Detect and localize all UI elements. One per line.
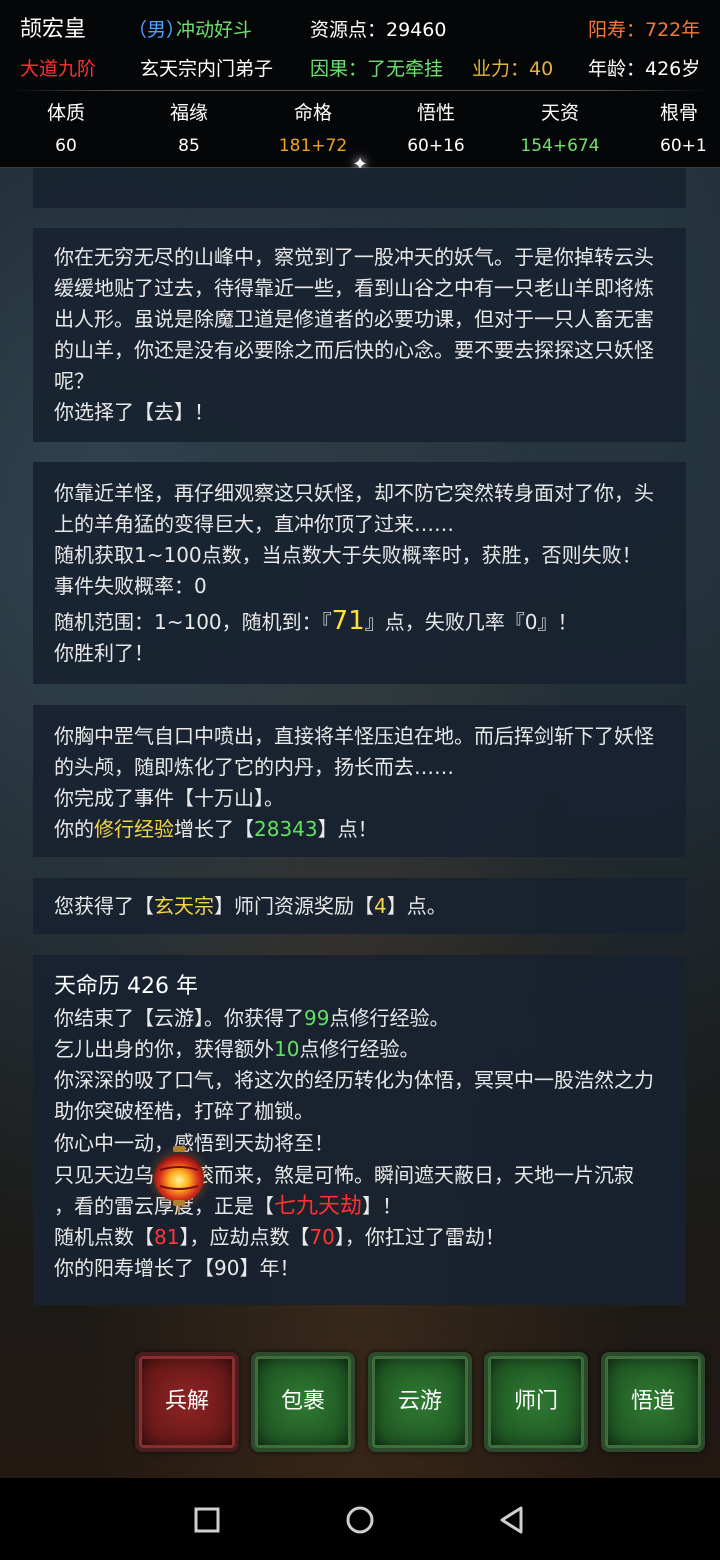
stat-label: 体质 (46, 102, 85, 124)
tribulation-roll: 随机点数【81】，应劫点数【70】，你扛过了雷劫！ (54, 1222, 672, 1253)
bonus-text-c: 点修行经验。 (299, 1037, 420, 1061)
sect-button[interactable]: 师门 (484, 1352, 588, 1452)
reward-sect: 玄天宗 (154, 894, 214, 918)
lifespan-gain: 你的阳寿增长了【90】年！ (54, 1256, 300, 1280)
year-title: 天命历 426 年 (54, 974, 198, 999)
stat-label: 命格 (293, 102, 332, 124)
reward-text-c: 】师门资源奖励【 (214, 894, 374, 918)
stat-destiny: 命格 181+72 (268, 96, 358, 162)
stat-comprehension: 悟性 60+16 (391, 96, 481, 162)
enlightenment-button[interactable]: 悟道 (601, 1352, 705, 1452)
bonus-text-a: 乞儿出身的你，获得额外 (54, 1037, 274, 1061)
character-trait: 冲动好斗 (176, 19, 253, 41)
exp-label: 修行经验 (94, 817, 174, 841)
lantern-icon[interactable] (146, 1140, 212, 1214)
roll-label-a: 随机范围：1~100，随机到：『 (54, 610, 332, 634)
event-fail-rate: 事件失败概率：0 (54, 574, 207, 598)
stat-constitution: 体质 60 (21, 96, 111, 162)
lifespan: 阳寿：722年 (588, 19, 701, 41)
stat-value: 85 (178, 136, 200, 156)
bonus-amount: 10 (274, 1037, 300, 1061)
home-icon[interactable] (340, 1500, 380, 1540)
roll-text-e: 】，你扛过了雷劫！ (334, 1225, 505, 1249)
stat-value: 60+1 (660, 136, 707, 156)
event-rule: 随机获取1~100点数，当点数大于失败概率时，获胜，否则失败！ (54, 543, 642, 567)
back-icon[interactable] (492, 1500, 532, 1540)
stat-value: 181+72 (278, 136, 348, 156)
roll-required: 70 (309, 1225, 335, 1249)
cultivation-realm: 大道九阶 (20, 58, 97, 80)
event-complete: 你完成了事件【十万山】。 (54, 786, 284, 810)
resource-points: 资源点：29460 (310, 19, 447, 41)
reward-text-a: 您获得了【 (54, 894, 154, 918)
stat-fortune: 福缘 85 (144, 96, 234, 162)
character-age: 年龄：426岁 (588, 58, 701, 80)
travel-exp: 99 (304, 1006, 330, 1030)
log-card[interactable]: 您获得了【玄天宗】师门资源奖励【4】点。 (33, 878, 686, 934)
exp-text-c: 增长了【 (174, 817, 254, 841)
roll-value: 71 (331, 606, 365, 636)
sect-reward: 您获得了【玄天宗】师门资源奖励【4】点。 (54, 891, 672, 922)
sect-rank: 玄天宗内门弟子 (140, 58, 274, 80)
trib-name: 七九天劫 (274, 1194, 363, 1219)
trib-text-c: 】！ (362, 1194, 403, 1218)
dissolve-button[interactable]: 兵解 (135, 1352, 239, 1452)
action-button-bar: 兵解 包裹 云游 师门 悟道 (0, 1340, 720, 1460)
header-divider (10, 90, 710, 91)
character-header: 颉宏皇 （男） 冲动好斗 资源点：29460 阳寿：722年 大道九阶 玄天宗内… (0, 0, 720, 175)
breakthrough-text: 你深深的吸了口气，将这次的经历转化为体悟，冥冥中一股浩然之力助你突破桎梏，打碎了… (54, 1068, 654, 1123)
stat-value: 60+16 (407, 136, 465, 156)
stat-talent: 天资 154+674 (515, 96, 605, 162)
stat-label: 天资 (540, 102, 579, 124)
event-victory: 你胜利了！ (54, 641, 154, 665)
travel-button[interactable]: 云游 (368, 1352, 472, 1452)
exp-text-a: 你的 (54, 817, 94, 841)
exp-amount: 28343 (254, 817, 318, 841)
bonus-exp: 乞儿出身的你，获得额外10点修行经验。 (54, 1034, 672, 1065)
stat-label: 悟性 (416, 102, 455, 124)
roll-text-c: 】，应劫点数【 (179, 1225, 310, 1249)
merit-points: 业力：40 (472, 58, 554, 80)
event-text: 你胸中罡气自口中喷出，直接将羊怪压迫在地。而后挥剑斩下了妖怪的头颅，随即炼化了它… (54, 724, 654, 779)
log-card[interactable]: 你靠近羊怪，再仔细观察这只妖怪，却不防它突然转身面对了你，头上的羊角猛的变得巨大… (33, 462, 686, 684)
log-card-partial (33, 168, 686, 208)
log-card[interactable]: 你胸中罡气自口中喷出，直接将羊怪压迫在地。而后挥剑斩下了妖怪的头颅，随即炼化了它… (33, 705, 686, 857)
travel-text-a: 你结束了【云游】。你获得了 (54, 1006, 304, 1030)
header-row-2: 大道九阶 玄天宗内门弟子 因果：了无牵挂 业力：40 年龄：426岁 (0, 50, 720, 88)
karma-status: 因果：了无牵挂 (310, 58, 444, 80)
travel-text-c: 点修行经验。 (329, 1006, 450, 1030)
inventory-button[interactable]: 包裹 (251, 1352, 355, 1452)
travel-end: 你结束了【云游】。你获得了99点修行经验。 (54, 1003, 672, 1034)
roll-text-a: 随机点数【 (54, 1225, 154, 1249)
stat-label: 福缘 (169, 102, 208, 124)
recent-apps-icon[interactable] (187, 1500, 227, 1540)
system-nav-bar (0, 1478, 720, 1560)
stat-value: 60 (55, 136, 77, 156)
stat-bone: 根骨 60+1 (630, 96, 720, 162)
event-text: 你在无穷无尽的山峰中，察觉到了一股冲天的妖气。于是你掉转云头缓缓地贴了过去，待得… (54, 245, 654, 393)
log-card[interactable]: 你在无穷无尽的山峰中，察觉到了一股冲天的妖气。于是你掉转云头缓缓地贴了过去，待得… (33, 228, 686, 442)
character-name: 颉宏皇 (20, 17, 87, 42)
roll-label-b: 』点，失败几率『0』！ (364, 610, 578, 634)
reward-amount: 4 (374, 894, 387, 918)
stat-label: 根骨 (660, 102, 699, 124)
event-exp-gain: 你的修行经验增长了【28343】点！ (54, 814, 672, 845)
header-row-1: 颉宏皇 （男） 冲动好斗 资源点：29460 阳寿：722年 (0, 11, 720, 49)
reward-text-e: 】点。 (386, 894, 447, 918)
log-card[interactable]: 天命历 426 年 你结束了【云游】。你获得了99点修行经验。 乞儿出身的你，获… (33, 955, 686, 1305)
event-choice: 你选择了【去】！ (54, 400, 214, 424)
stat-value: 154+674 (520, 136, 600, 156)
event-text: 你靠近羊怪，再仔细观察这只妖怪，却不防它突然转身面对了你，头上的羊角猛的变得巨大… (54, 481, 654, 536)
roll-random: 81 (154, 1225, 180, 1249)
event-roll-result: 随机范围：1~100，随机到：『71』点，失败几率『0』！ (54, 606, 672, 638)
exp-text-e: 】点！ (317, 817, 378, 841)
